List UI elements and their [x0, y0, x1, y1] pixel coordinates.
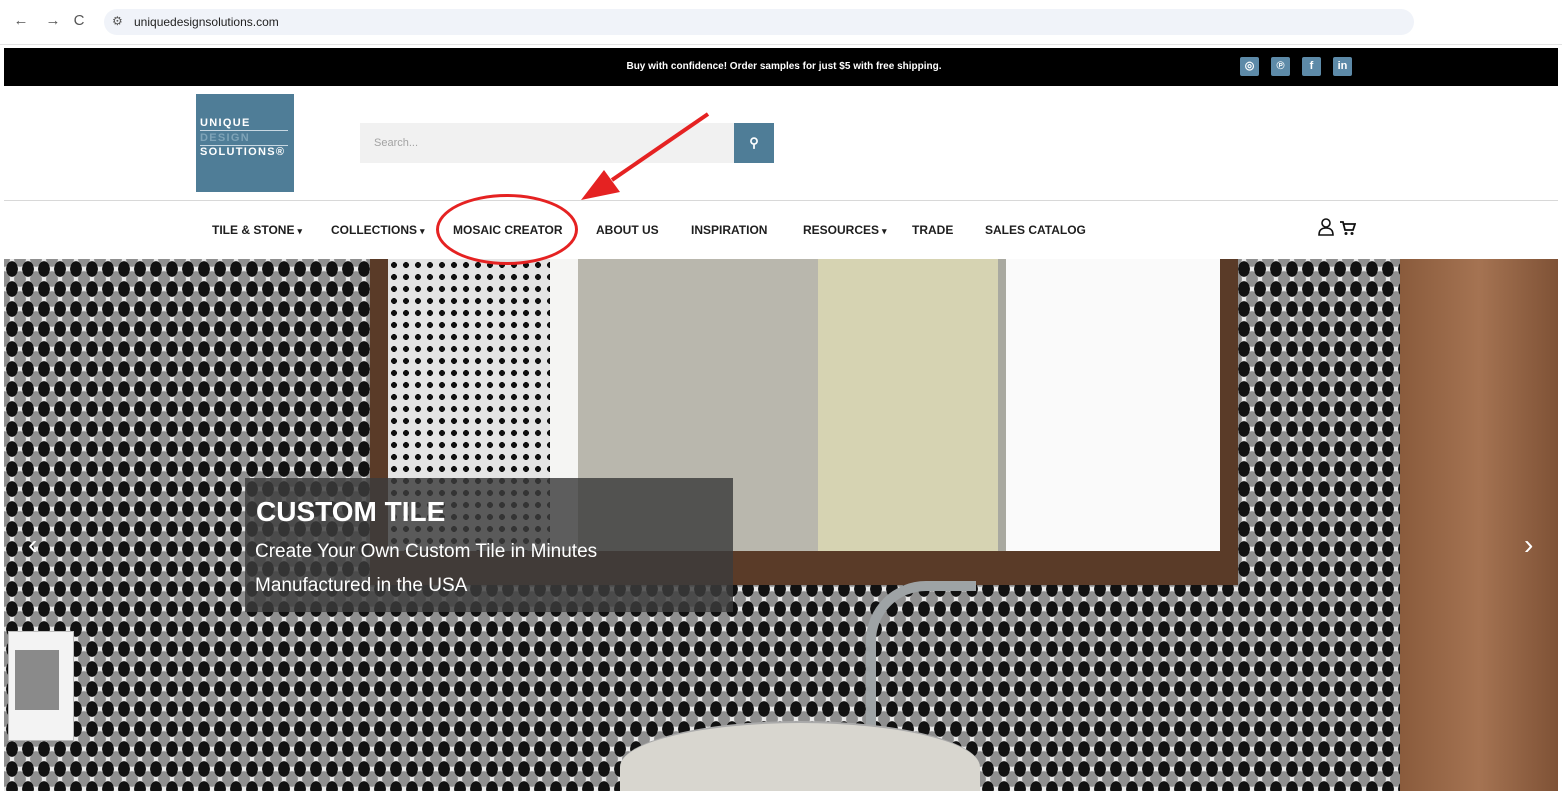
- logo-line-3: SOLUTIONS®: [200, 146, 286, 158]
- nav-item-about-us[interactable]: ABOUT US: [596, 223, 659, 237]
- wood-panel: [1400, 259, 1558, 791]
- slider-next-icon[interactable]: ›: [1524, 529, 1533, 561]
- browser-toolbar: ← → C ⚙ uniquedesignsolutions.com: [0, 0, 1562, 45]
- forward-button[interactable]: →: [44, 12, 62, 30]
- slider-prev-icon[interactable]: ‹: [28, 529, 37, 561]
- hero-title: CUSTOM TILE: [256, 496, 446, 527]
- logo[interactable]: UNIQUE DESIGN SOLUTIONS®: [196, 94, 294, 192]
- site-header: UNIQUE DESIGN SOLUTIONS® ⚲: [4, 86, 1558, 201]
- cart-icon[interactable]: [1339, 220, 1356, 236]
- nav-item-collections[interactable]: COLLECTIONS ▾: [331, 223, 425, 237]
- search-input[interactable]: [360, 123, 734, 163]
- nav-item-label: ABOUT US: [596, 223, 659, 237]
- light-switch: [8, 631, 74, 741]
- reload-button[interactable]: C: [70, 12, 88, 30]
- nav-item-label: TILE & STONE: [212, 223, 295, 237]
- facebook-icon[interactable]: f: [1302, 57, 1321, 76]
- account-icon[interactable]: [1318, 218, 1334, 236]
- announcement-text: Buy with confidence! Order samples for j…: [626, 61, 942, 72]
- pinterest-icon[interactable]: ℗: [1271, 57, 1290, 76]
- nav-item-trade[interactable]: TRADE: [912, 223, 953, 237]
- nav-item-inspiration[interactable]: INSPIRATION: [691, 223, 767, 237]
- instagram-icon[interactable]: ◎: [1240, 57, 1259, 76]
- url-text[interactable]: uniquedesignsolutions.com: [134, 15, 279, 29]
- address-bar[interactable]: ⚙ uniquedesignsolutions.com: [104, 9, 1414, 35]
- site-settings-icon[interactable]: ⚙: [112, 14, 123, 28]
- logo-divider: [200, 130, 288, 131]
- chevron-down-icon: ▾: [297, 226, 302, 236]
- hero-subtitle: Create Your Own Custom Tile in Minutes: [255, 541, 598, 562]
- chevron-down-icon: ▾: [882, 226, 887, 236]
- nav-item-label: COLLECTIONS: [331, 223, 417, 237]
- hero-slider: CUSTOM TILE Create Your Own Custom Tile …: [4, 259, 1558, 791]
- search-button[interactable]: ⚲: [734, 123, 774, 163]
- annotation-circle: [436, 194, 578, 265]
- nav-item-tile-stone[interactable]: TILE & STONE ▾: [212, 223, 302, 237]
- nav-item-label: TRADE: [912, 223, 954, 237]
- nav-item-sales-catalog[interactable]: SALES CATALOG: [985, 223, 1086, 237]
- linkedin-icon[interactable]: in: [1333, 57, 1352, 76]
- hero-caption: CUSTOM TILE Create Your Own Custom Tile …: [245, 478, 733, 612]
- chevron-down-icon: ▾: [420, 226, 425, 236]
- reflected-door: [998, 259, 1220, 551]
- reflected-cabinet: [818, 259, 998, 551]
- nav-item-label: RESOURCES: [803, 223, 880, 237]
- nav-item-label: SALES CATALOG: [985, 223, 1086, 237]
- logo-line-2: DESIGN: [200, 132, 250, 144]
- search-icon: ⚲: [749, 135, 759, 150]
- nav-item-label: INSPIRATION: [691, 223, 768, 237]
- back-button[interactable]: ←: [12, 12, 30, 30]
- announcement-bar: Buy with confidence! Order samples for j…: [4, 48, 1558, 86]
- nav-item-resources[interactable]: RESOURCES ▾: [803, 223, 887, 237]
- switch-rocker: [15, 650, 59, 710]
- logo-line-1: UNIQUE: [200, 117, 251, 129]
- hero-subtitle-2: Manufactured in the USA: [255, 575, 468, 596]
